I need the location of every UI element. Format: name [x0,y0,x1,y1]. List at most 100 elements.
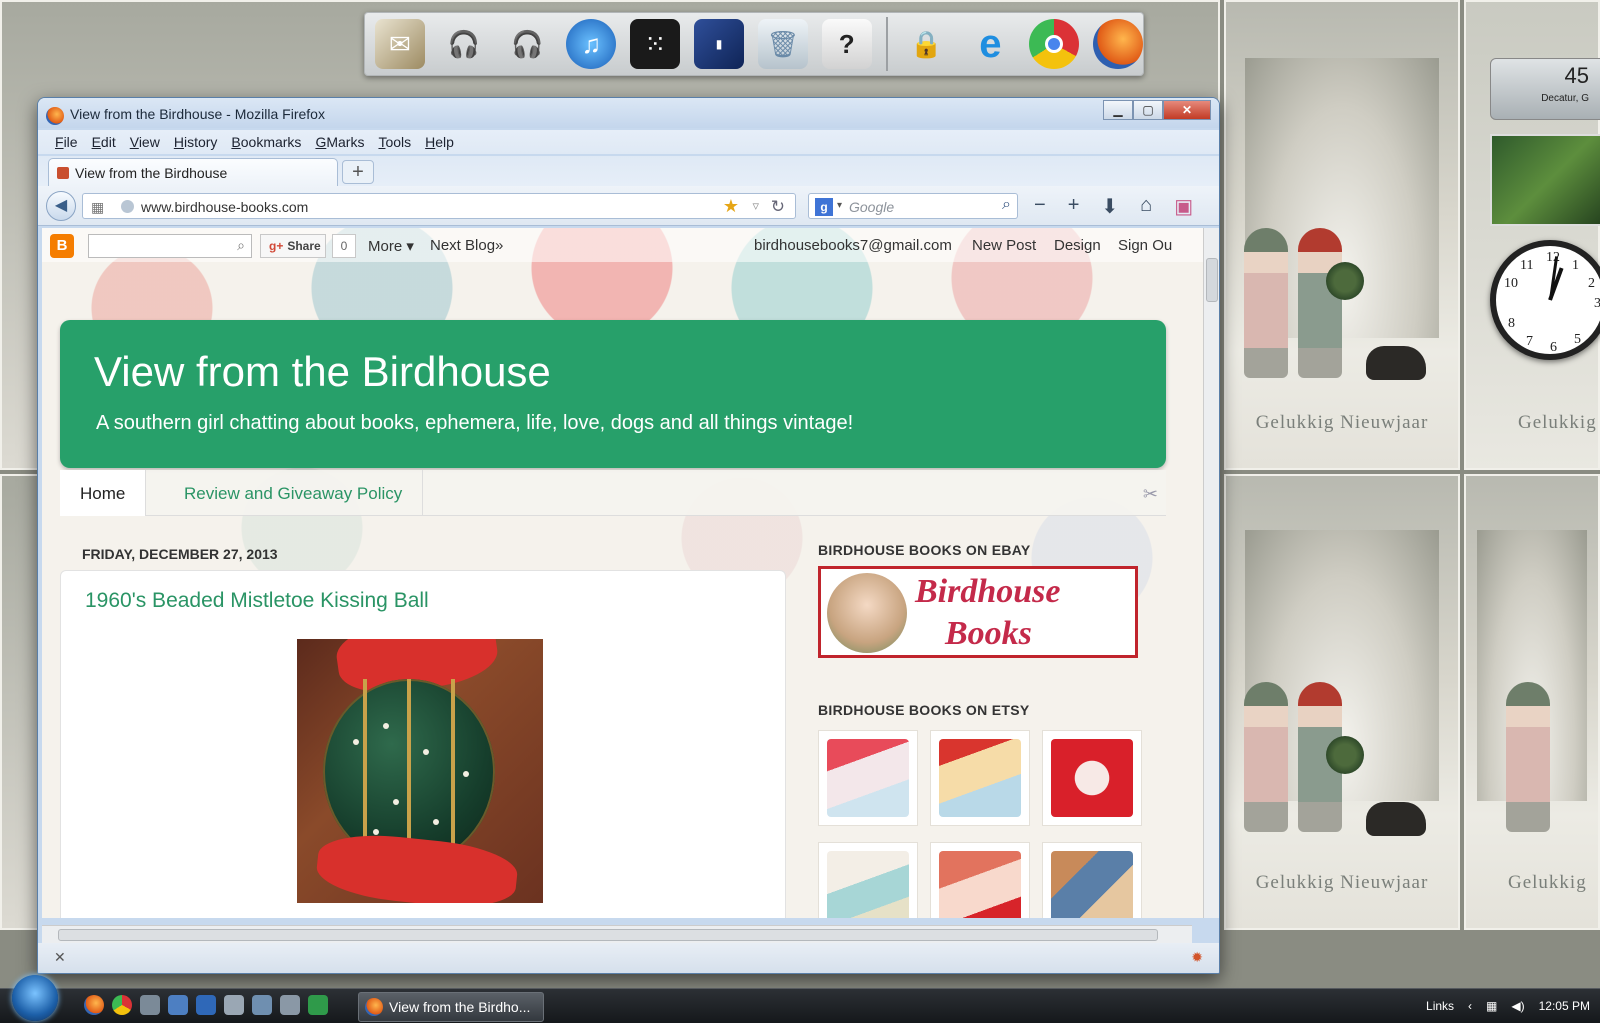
folder-icon[interactable] [140,995,160,1015]
chrome-icon[interactable] [112,995,132,1015]
menu-edit[interactable]: Edit [85,134,123,150]
weather-gadget[interactable]: 45 Decatur, G [1490,58,1600,120]
volume-icon[interactable]: ◀) [1511,999,1524,1013]
desktop-icon[interactable] [196,995,216,1015]
etsy-item[interactable] [818,842,918,918]
blog-title[interactable]: View from the Birdhouse [94,348,551,396]
excel-icon[interactable] [308,995,328,1015]
google-search-engine-icon[interactable]: g [815,198,833,216]
network-icon[interactable]: ▦ [1486,999,1497,1013]
internet-explorer-icon[interactable]: e [965,19,1015,69]
vertical-scrollbar[interactable] [1203,228,1219,918]
blackberry-icon[interactable]: ⁙ [630,19,681,69]
zoom-out-icon[interactable]: − [1034,194,1046,219]
post-title[interactable]: 1960's Beaded Mistletoe Kissing Ball [85,589,429,613]
search-engine-dropdown-icon[interactable]: ▾ [837,200,842,211]
more-menu[interactable]: More ▾ [368,237,414,255]
back-button[interactable]: ◀ [46,191,76,221]
tab-review-policy[interactable]: Review and Giveaway Policy [164,470,424,516]
clock-gadget[interactable]: 12 1 2 3 5 6 7 8 10 11 [1490,240,1600,360]
my-book-icon[interactable]: ▮ [694,19,744,69]
chrome-icon[interactable] [1029,19,1080,69]
blog-header: View from the Birdhouse A southern girl … [60,320,1166,468]
etsy-item[interactable] [930,842,1030,918]
help-icon[interactable]: ? [821,19,872,69]
minimize-button[interactable]: ▁ [1103,100,1133,120]
app-icon[interactable] [168,995,188,1015]
menu-bar: File Edit View History Bookmarks GMarks … [38,130,1219,154]
horizontal-scrollbar[interactable] [42,925,1192,943]
downloads-icon[interactable]: ⬇ [1101,194,1118,219]
headphones-icon[interactable]: 🎧 [439,19,489,69]
etsy-item[interactable] [818,730,918,826]
etsy-item[interactable] [1042,730,1142,826]
page-info-icon[interactable]: ▦ [91,199,104,216]
blog-search-input[interactable]: ⌕ [88,234,252,258]
headphones-icon[interactable]: 🎧 [503,19,553,69]
site-identity-icon[interactable] [121,200,134,213]
search-bar[interactable]: g ▾ Google ⌕ [808,193,1018,219]
menu-tools[interactable]: Tools [371,134,418,150]
postcard: Gelukkig [1464,474,1600,930]
menu-file[interactable]: File [48,134,85,150]
wrench-icon[interactable]: ✂ [1143,484,1158,505]
close-button[interactable]: ✕ [1163,100,1211,120]
url-text: www.birdhouse-books.com [141,199,309,215]
history-dropdown-icon[interactable]: ▿ [752,198,759,214]
itunes-icon[interactable]: ♫ [566,19,617,69]
mail-stack-icon[interactable]: ✉ [375,19,425,69]
search-icon[interactable]: ⌕ [1002,196,1011,214]
etsy-item[interactable] [930,730,1030,826]
addon-icon[interactable]: ▣ [1174,194,1193,219]
zoom-in-icon[interactable]: + [1068,194,1080,219]
firefox-icon[interactable] [84,995,104,1015]
window-titlebar[interactable]: View from the Birdhouse - Mozilla Firefo… [38,98,1219,128]
navigation-toolbar: ◀ ▦ www.birdhouse-books.com ★ ▿ ↻ g ▾ Go… [38,186,1219,226]
maximize-button[interactable]: ▢ [1133,100,1163,120]
ebay-banner[interactable]: Birdhouse Books [818,566,1138,658]
etsy-item[interactable] [1042,842,1142,918]
taskbar-firefox-button[interactable]: View from the Birdho... [358,992,544,1022]
menu-bookmarks[interactable]: Bookmarks [224,134,308,150]
design-link[interactable]: Design [1054,237,1101,254]
menu-view[interactable]: View [123,134,167,150]
account-email[interactable]: birdhousebooks7@gmail.com [754,237,952,254]
browser-tab[interactable]: View from the Birdhouse [48,158,338,186]
post-image-ornament[interactable] [297,639,543,903]
page-viewport: B ⌕ g+ Share 0 More ▾ Next Blog» birdhous… [42,228,1210,918]
blogger-logo-icon[interactable]: B [50,234,74,258]
tab-title: View from the Birdhouse [75,165,228,181]
firefox-icon[interactable] [1093,19,1143,69]
menu-gmarks[interactable]: GMarks [308,134,371,150]
links-toolbar[interactable]: Links [1426,999,1454,1013]
menu-history[interactable]: History [167,134,225,150]
new-tab-button[interactable]: + [342,160,374,184]
start-button[interactable] [12,975,58,1021]
tab-home[interactable]: Home [60,470,147,516]
share-label: Share [287,239,321,253]
search-icon[interactable]: ⌕ [237,237,245,254]
close-addon-bar-icon[interactable]: ✕ [54,949,66,966]
scrollbar-thumb[interactable] [58,929,1158,941]
share-button[interactable]: g+ Share [260,234,326,258]
next-blog-link[interactable]: Next Blog» [430,237,503,254]
lock-icon[interactable]: 🔒 [902,19,952,69]
tray-expand-icon[interactable]: ‹ [1468,999,1472,1013]
reload-icon[interactable]: ↻ [771,197,785,217]
app-icon[interactable] [224,995,244,1015]
menu-help[interactable]: Help [418,134,461,150]
sign-out-link[interactable]: Sign Ou [1118,237,1172,254]
clock-time[interactable]: 12:05 PM [1539,999,1590,1013]
taskbar-button-label: View from the Birdho... [389,999,531,1015]
slideshow-gadget[interactable] [1490,134,1600,226]
url-bar[interactable]: ▦ www.birdhouse-books.com ★ ▿ ↻ [82,193,796,219]
home-icon[interactable]: ⌂ [1140,194,1152,219]
app-icon[interactable] [280,995,300,1015]
new-post-link[interactable]: New Post [972,237,1036,254]
app-icon[interactable] [252,995,272,1015]
bookmark-star-icon[interactable]: ★ [723,196,739,217]
scrollbar-thumb[interactable] [1206,258,1218,302]
quick-launch [84,995,328,1015]
addon-status-icon[interactable]: ✹ [1191,949,1203,966]
recycle-bin-icon[interactable]: 🗑 [757,19,808,69]
